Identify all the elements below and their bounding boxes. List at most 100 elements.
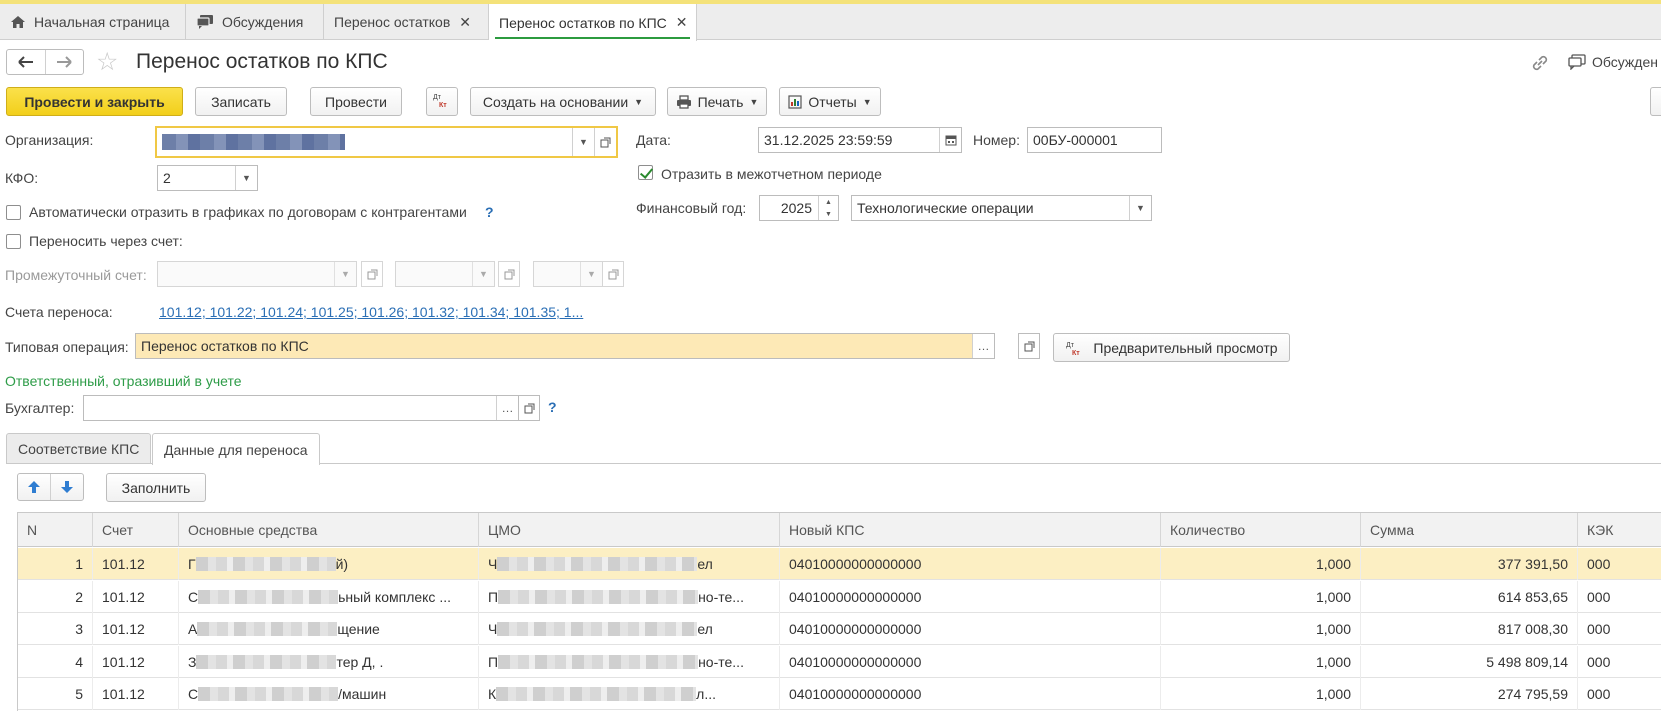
open-icon[interactable] <box>594 128 616 156</box>
chevron-down-icon[interactable]: ▼ <box>334 262 356 286</box>
tab-balance-transfer-kps[interactable]: Перенос остатков по КПС ✕ <box>489 4 697 41</box>
nav-buttons <box>6 49 84 75</box>
table-row[interactable]: 4 101.12 Зтер Д, . Пно-те... 040100000000000… <box>18 645 1661 678</box>
os-text-start: А <box>188 621 198 637</box>
date-field[interactable]: 31.12.2025 23:59:59 <box>758 127 962 153</box>
close-icon[interactable]: ✕ <box>676 14 688 31</box>
redacted-text <box>195 557 336 571</box>
column-header-fixed-assets[interactable]: Основные средства <box>179 513 479 547</box>
chevron-down-icon[interactable]: ▼ <box>580 262 602 286</box>
fin-year-label: Финансовый год: <box>636 200 747 216</box>
save-button[interactable]: Записать <box>195 87 287 116</box>
post-and-close-button[interactable]: Провести и закрыть <box>6 87 183 116</box>
kfo-label: КФО: <box>5 170 39 186</box>
quantity-cell: 1,000 <box>1161 613 1361 645</box>
fin-year-stepper[interactable]: 2025 ▲ ▼ <box>759 195 839 221</box>
cmo-text-start: П <box>488 588 499 605</box>
select-ellipsis-icon[interactable]: … <box>972 334 994 358</box>
tab-discussions[interactable]: Обсуждения <box>186 4 324 40</box>
interperiod-label: Отразить в межотчетном периоде <box>661 166 882 182</box>
row-number: 1 <box>18 548 93 580</box>
svg-text:Дт: Дт <box>1066 342 1075 349</box>
move-buttons <box>17 473 84 501</box>
kek-cell: 000 <box>1578 613 1661 645</box>
stepper-up-icon[interactable]: ▲ <box>819 196 838 208</box>
sum-cell: 817 008,30 <box>1361 613 1578 645</box>
tech-ops-field[interactable]: Технологические операции ▼ <box>851 195 1152 221</box>
move-down-icon[interactable] <box>51 474 83 500</box>
redacted-text <box>498 654 699 669</box>
tab-balance-transfer[interactable]: Перенос остатков ✕ <box>324 4 489 40</box>
chevron-down-icon[interactable]: ▼ <box>572 128 594 156</box>
help-icon[interactable]: ? <box>485 204 494 220</box>
discussions-link[interactable]: Обсужден <box>1568 54 1658 70</box>
auto-reflect-checkbox[interactable] <box>6 205 21 220</box>
fixed-asset-cell: Ащение <box>179 613 479 645</box>
close-icon[interactable]: ✕ <box>459 14 471 31</box>
column-header-cmo[interactable]: ЦМО <box>479 513 780 547</box>
kek-cell: 000 <box>1578 678 1661 710</box>
fixed-asset-cell: Зтер Д, . <box>179 645 479 678</box>
svg-text:Кт: Кт <box>439 102 447 109</box>
column-header-quantity[interactable]: Количество <box>1161 513 1361 547</box>
open-icon[interactable] <box>361 261 383 287</box>
subconto2-field[interactable]: ▼ <box>533 261 603 287</box>
chevron-down-icon[interactable]: ▼ <box>472 262 494 286</box>
tab-label: Перенос остатков <box>334 14 451 30</box>
tab-transfer-data[interactable]: Данные для переноса <box>152 433 320 465</box>
subconto1-field[interactable]: ▼ <box>395 261 495 287</box>
move-up-icon[interactable] <box>18 474 51 500</box>
new-kps-cell: 04010000000000000 <box>780 645 1161 678</box>
column-header-sum[interactable]: Сумма <box>1361 513 1578 547</box>
os-text-start: Г <box>188 556 196 572</box>
dt-kt-button[interactable]: Дт Кт <box>426 87 458 116</box>
create-based-on-label: Создать на основании <box>482 93 629 110</box>
intermediate-account-field[interactable]: ▼ <box>157 261 357 287</box>
accountant-field[interactable]: … <box>83 395 519 421</box>
number-field[interactable]: 00БУ-000001 <box>1027 127 1162 153</box>
post-button[interactable]: Провести <box>310 87 402 116</box>
forward-arrow-icon[interactable] <box>46 50 84 74</box>
kek-cell: 000 <box>1578 548 1661 580</box>
column-header-new-kps[interactable]: Новый КПС <box>780 513 1161 547</box>
preview-label: Предварительный просмотр <box>1093 339 1278 356</box>
table-row[interactable]: 2 101.12 Сьный комплекс ... Пно-те... 040100… <box>18 580 1661 613</box>
open-icon[interactable] <box>518 395 540 421</box>
organization-field[interactable]: ▼ <box>155 126 618 158</box>
column-header-account[interactable]: Счет <box>93 513 179 547</box>
chevron-down-icon: ▼ <box>862 96 872 107</box>
fill-button[interactable]: Заполнить <box>106 473 206 502</box>
table-row[interactable]: 3 101.12 Ащение Чел 04010000000000000 1,000 81… <box>18 613 1661 645</box>
calendar-icon[interactable] <box>939 128 961 152</box>
tab-kps-mapping[interactable]: Соответствие КПС <box>6 433 152 464</box>
open-icon[interactable] <box>1018 333 1040 359</box>
typical-operation-label: Типовая операция: <box>5 339 129 355</box>
chevron-down-icon[interactable]: ▼ <box>235 166 257 190</box>
column-header-n[interactable]: N <box>18 513 93 547</box>
typical-operation-field[interactable]: Перенос остатков по КПС … <box>135 333 995 359</box>
create-based-on-dropdown[interactable]: Создать на основании ▼ <box>470 87 656 116</box>
column-header-kek[interactable]: КЭК <box>1578 513 1661 547</box>
table-row[interactable]: 5 101.12 С/машин Кл... 04010000000000000 1,00… <box>18 678 1661 710</box>
via-account-checkbox[interactable] <box>6 234 21 249</box>
link-icon[interactable] <box>1530 53 1550 78</box>
help-icon[interactable]: ? <box>548 399 557 415</box>
row-number: 5 <box>18 678 93 710</box>
kfo-field[interactable]: 2 ▼ <box>157 165 258 191</box>
interperiod-checkbox[interactable] <box>638 165 653 180</box>
select-ellipsis-icon[interactable]: … <box>496 396 518 420</box>
more-button[interactable] <box>1650 87 1661 116</box>
reports-dropdown[interactable]: Отчеты ▼ <box>779 87 881 116</box>
stepper-controls[interactable]: ▲ ▼ <box>818 196 838 220</box>
stepper-down-icon[interactable]: ▼ <box>819 208 838 220</box>
back-arrow-icon[interactable] <box>7 50 46 74</box>
transfer-accounts-link[interactable]: 101.12; 101.22; 101.24; 101.25; 101.26; … <box>159 304 583 320</box>
tab-home[interactable]: Начальная страница <box>0 4 186 40</box>
favorite-star-icon[interactable]: ☆ <box>96 48 118 76</box>
preview-button[interactable]: Дт Кт Предварительный просмотр <box>1053 333 1290 362</box>
chevron-down-icon[interactable]: ▼ <box>1129 196 1151 220</box>
open-icon[interactable] <box>602 261 624 287</box>
print-dropdown[interactable]: Печать ▼ <box>667 87 767 116</box>
open-icon[interactable] <box>498 261 520 287</box>
table-row[interactable]: 1 101.12 Гй) Чел 04010000000000000 1,000 377 3… <box>18 548 1661 580</box>
